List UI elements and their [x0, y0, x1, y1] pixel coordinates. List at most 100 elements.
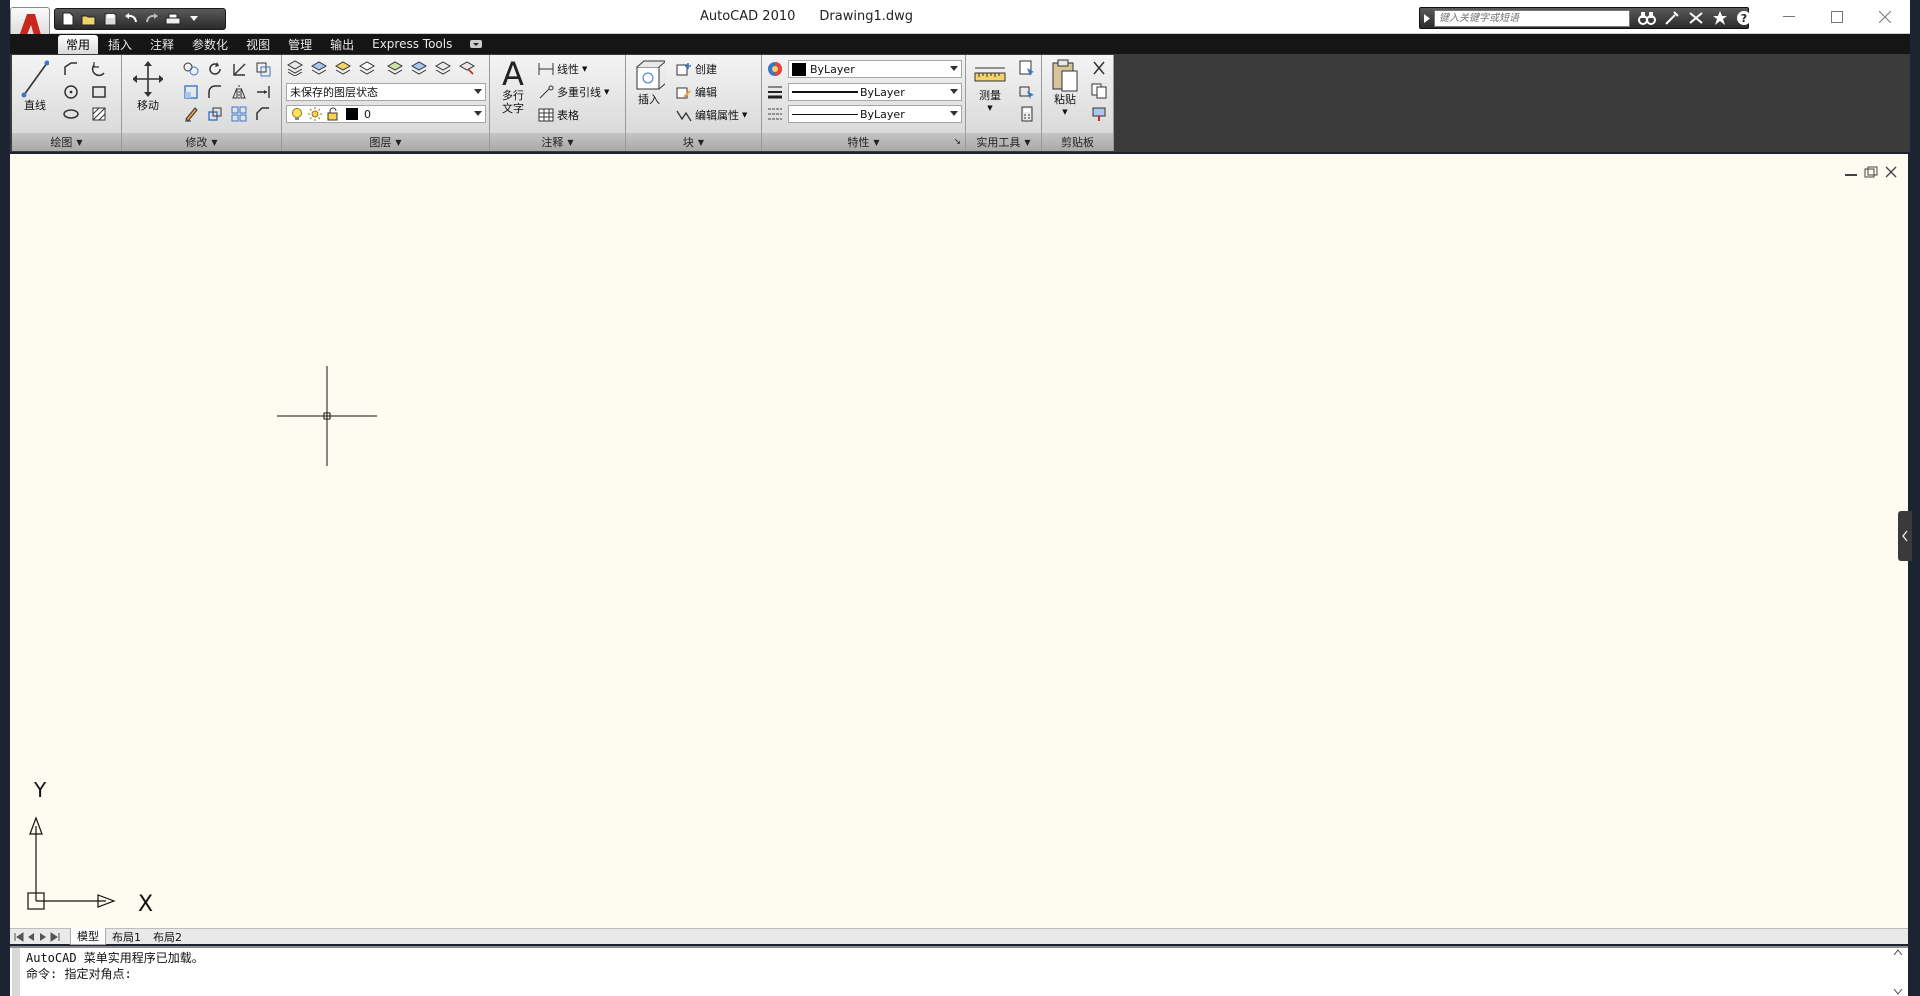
scroll-down-icon[interactable]: [1893, 988, 1903, 996]
tab-view[interactable]: 视图: [238, 35, 278, 53]
panel-utilities-title[interactable]: 实用工具 ▼: [966, 133, 1041, 151]
rotate-icon[interactable]: [206, 60, 224, 78]
select-similar-icon[interactable]: [1018, 82, 1036, 100]
minimize-button[interactable]: [1776, 6, 1802, 28]
save-icon[interactable]: [101, 11, 119, 27]
layer-match-icon[interactable]: [386, 59, 404, 77]
linetype-dropdown[interactable]: ByLayer: [788, 105, 962, 123]
layout-tab-2[interactable]: 布局2: [147, 929, 188, 945]
panel-annotation-title[interactable]: 注释 ▼: [490, 133, 625, 151]
layout-tab-1[interactable]: 布局1: [106, 929, 147, 945]
move-button[interactable]: 移动: [130, 59, 166, 112]
previous-layout-icon[interactable]: [26, 932, 36, 942]
help-icon[interactable]: ?: [1736, 10, 1754, 26]
panel-block-title[interactable]: 块 ▼: [626, 133, 761, 151]
edit-block-button[interactable]: 编辑: [676, 84, 717, 100]
tab-express-tools[interactable]: Express Tools: [364, 35, 460, 53]
circle-icon[interactable]: [62, 83, 80, 101]
tab-output[interactable]: 输出: [322, 35, 362, 53]
multiline-text-button[interactable]: A 多行 文字: [494, 57, 532, 115]
undo-icon[interactable]: [122, 11, 140, 27]
layer-dropdown[interactable]: 0: [286, 105, 486, 123]
side-panel-toggle[interactable]: [1898, 511, 1912, 561]
layer-state-dropdown[interactable]: 未保存的图层状态: [286, 83, 486, 101]
viewport-minimize-icon[interactable]: [1844, 166, 1858, 178]
ribbon-minimize-toggle[interactable]: [462, 35, 490, 53]
layer-unisolate-icon[interactable]: [358, 59, 376, 77]
communication-center-icon[interactable]: [1688, 10, 1704, 26]
trim-icon[interactable]: [230, 60, 248, 78]
tab-insert[interactable]: 插入: [100, 35, 140, 53]
quick-select-icon[interactable]: [1018, 59, 1036, 77]
paste-button[interactable]: 粘贴 ▼: [1046, 59, 1084, 119]
panel-draw-title[interactable]: 绘图 ▼: [12, 133, 121, 151]
array-icon[interactable]: [230, 105, 248, 123]
search-input[interactable]: [1434, 10, 1630, 27]
chamfer-icon[interactable]: [254, 105, 272, 123]
viewport-close-icon[interactable]: [1884, 166, 1898, 178]
offset-icon[interactable]: [254, 60, 272, 78]
table-button[interactable]: 表格: [538, 107, 579, 123]
edit-attributes-button[interactable]: 编辑属性 ▼: [676, 107, 747, 123]
scroll-up-icon[interactable]: [1893, 948, 1903, 956]
tab-home[interactable]: 常用: [58, 35, 99, 54]
qat-dropdown-icon[interactable]: [185, 11, 203, 27]
new-file-icon[interactable]: [59, 11, 77, 27]
first-layout-icon[interactable]: [14, 931, 24, 942]
multileader-button[interactable]: 多重引线 ▼: [538, 84, 609, 100]
panel-clipboard-title[interactable]: 剪贴板: [1042, 133, 1113, 151]
binoculars-icon[interactable]: [1638, 10, 1656, 26]
drawing-canvas[interactable]: Y X: [10, 154, 1912, 928]
layer-previous-icon[interactable]: [410, 59, 428, 77]
extend-icon[interactable]: [254, 83, 272, 101]
command-window-grip[interactable]: [12, 948, 20, 996]
line-button[interactable]: 直线: [18, 59, 52, 112]
layout-tab-model[interactable]: 模型: [70, 928, 106, 945]
copy-clip-icon[interactable]: [1090, 82, 1108, 100]
panel-properties-title[interactable]: 特性 ▼ ↘: [762, 133, 965, 151]
maximize-button[interactable]: [1824, 6, 1850, 28]
color-dropdown[interactable]: ByLayer: [788, 60, 962, 78]
arc-icon[interactable]: [90, 60, 108, 78]
command-window[interactable]: AutoCAD 菜单实用程序已加载。 命令: 指定对角点:: [10, 946, 1908, 996]
open-folder-icon[interactable]: [80, 11, 98, 27]
erase-icon[interactable]: [182, 105, 200, 123]
last-layout-icon[interactable]: [50, 931, 60, 942]
panel-layers-title[interactable]: 图层 ▼: [282, 133, 489, 151]
close-button[interactable]: [1872, 6, 1898, 28]
tab-manage[interactable]: 管理: [280, 35, 320, 53]
lineweight-dropdown[interactable]: ByLayer: [788, 83, 962, 101]
layer-isolate-icon[interactable]: [334, 59, 352, 77]
create-block-button[interactable]: 创建: [676, 61, 717, 77]
next-layout-icon[interactable]: [38, 932, 48, 942]
search-expand-icon[interactable]: [1423, 14, 1431, 23]
measure-button[interactable]: 测量 ▼: [970, 63, 1010, 115]
panel-modify-title[interactable]: 修改 ▼: [122, 133, 281, 151]
polyline-icon[interactable]: [62, 60, 80, 78]
layer-freeze-icon[interactable]: [434, 59, 452, 77]
tab-parametric[interactable]: 参数化: [184, 35, 236, 53]
hatch-icon[interactable]: [90, 105, 108, 123]
scale-icon[interactable]: [206, 105, 224, 123]
match-properties-brush-icon[interactable]: [1090, 105, 1108, 123]
favorites-star-icon[interactable]: [1712, 10, 1728, 26]
calculator-icon[interactable]: [1018, 105, 1036, 123]
layer-properties-icon[interactable]: [286, 59, 304, 77]
viewport-restore-icon[interactable]: [1864, 166, 1878, 178]
layer-make-current-icon[interactable]: [310, 59, 328, 77]
command-scrollbar[interactable]: [1890, 948, 1906, 996]
copy-icon[interactable]: [182, 60, 200, 78]
insert-block-button[interactable]: 插入: [630, 59, 668, 106]
mirror-icon[interactable]: [230, 83, 248, 101]
redo-icon[interactable]: [143, 11, 161, 27]
subscription-center-icon[interactable]: [1664, 10, 1680, 26]
panel-launcher-icon[interactable]: ↘: [953, 137, 961, 147]
print-icon[interactable]: [164, 11, 182, 27]
match-properties-icon[interactable]: [766, 60, 784, 78]
rectangle-icon[interactable]: [90, 83, 108, 101]
cut-scissors-icon[interactable]: [1090, 59, 1108, 77]
tab-annotate[interactable]: 注释: [142, 35, 182, 53]
linear-dimension-button[interactable]: 线性 ▼: [538, 61, 587, 77]
ellipse-icon[interactable]: [62, 105, 80, 123]
layer-off-icon[interactable]: [458, 59, 476, 77]
